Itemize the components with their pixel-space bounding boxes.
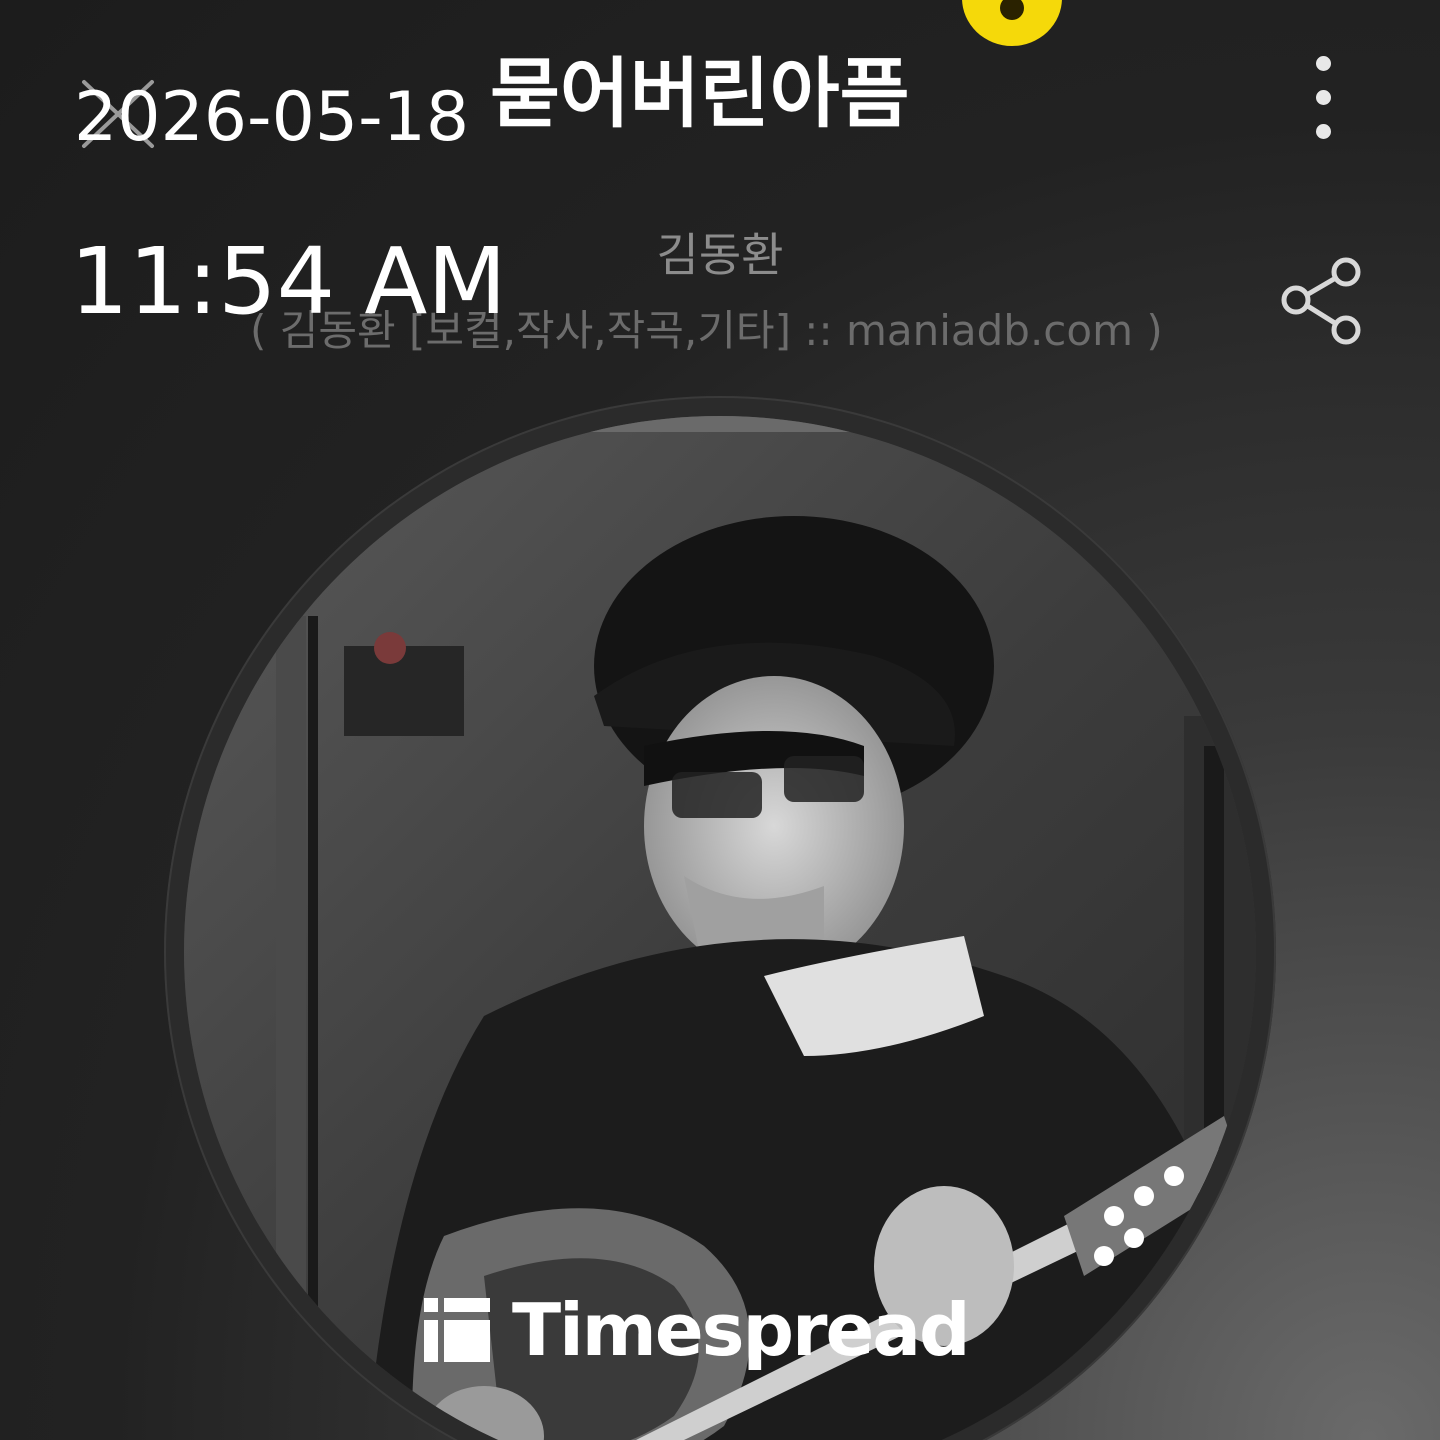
player-screen: 2026-05-18 묻어버린아픔 김동환 ( 김동환 [보컬,작사,작곡,기타… — [0, 0, 1440, 1440]
date-overlay: 2026-05-18 — [74, 78, 470, 157]
more-vertical-icon-dot — [1316, 90, 1331, 105]
album-art[interactable] — [184, 416, 1256, 1440]
more-vertical-icon-dot — [1316, 124, 1331, 139]
album-art-image — [184, 416, 1256, 1440]
more-options-button[interactable] — [1296, 52, 1352, 144]
badge-hole — [1000, 0, 1024, 20]
artist-name[interactable]: 김동환 — [620, 228, 820, 283]
timespread-logo-icon — [424, 1298, 490, 1362]
share-icon — [1281, 257, 1361, 345]
watermark: Timespread — [424, 1288, 971, 1372]
song-title: 묻어버린아픔 — [490, 49, 910, 138]
more-vertical-icon — [1316, 56, 1331, 71]
notification-badge-icon[interactable] — [962, 0, 1062, 46]
watermark-text: Timespread — [512, 1288, 971, 1372]
share-button[interactable] — [1276, 252, 1368, 352]
time-overlay: 11:54 AM — [70, 228, 507, 335]
